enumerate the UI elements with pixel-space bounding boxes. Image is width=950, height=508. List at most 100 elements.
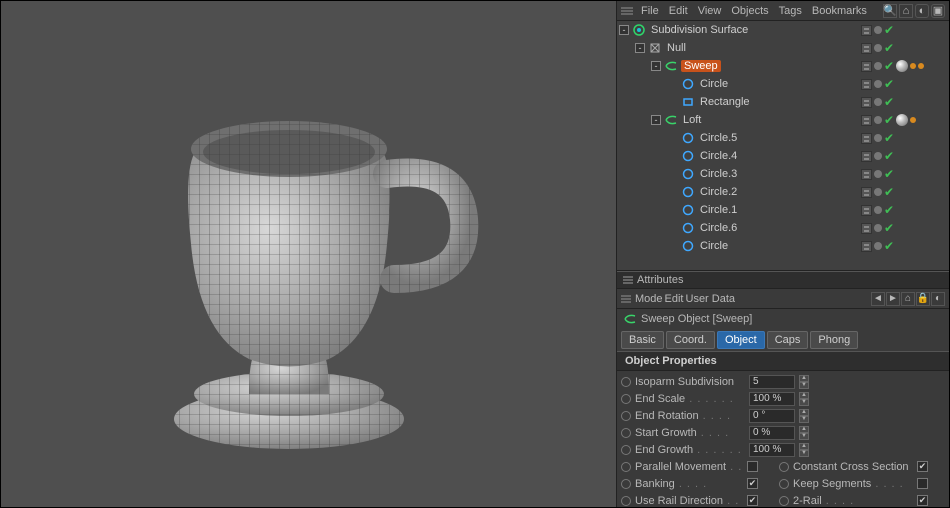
enable-check-icon[interactable]: ✔	[884, 97, 894, 107]
spinner-icon[interactable]: ▲▼	[799, 375, 809, 389]
prop-input[interactable]	[749, 375, 795, 389]
layer-dot-icon[interactable]	[874, 44, 882, 52]
keyframe-dot-icon[interactable]	[621, 377, 631, 387]
enable-check-icon[interactable]: ✔	[884, 61, 894, 71]
visibility-toggle-icon[interactable]	[861, 133, 872, 144]
tree-toggle-icon[interactable]: -	[651, 115, 661, 125]
eye-icon[interactable]: ◐	[931, 292, 945, 306]
keyframe-dot-icon[interactable]	[621, 428, 631, 438]
spinner-icon[interactable]: ▲▼	[799, 426, 809, 440]
visibility-toggle-icon[interactable]	[861, 61, 872, 72]
layer-dot-icon[interactable]	[874, 242, 882, 250]
viewport[interactable]	[1, 1, 617, 507]
prop-input[interactable]	[749, 443, 795, 457]
layer-dot-icon[interactable]	[874, 98, 882, 106]
eye-icon[interactable]: ◐	[915, 4, 929, 18]
checkbox[interactable]	[917, 478, 928, 489]
attr-menu-mode[interactable]: Mode	[635, 293, 663, 305]
enable-check-icon[interactable]: ✔	[884, 205, 894, 215]
layer-dot-icon[interactable]	[874, 134, 882, 142]
tab-basic[interactable]: Basic	[621, 331, 664, 349]
keyframe-dot-icon[interactable]	[779, 462, 789, 472]
layer-dot-icon[interactable]	[874, 116, 882, 124]
spinner-icon[interactable]: ▲▼	[799, 392, 809, 406]
tree-toggle-icon[interactable]: -	[651, 61, 661, 71]
phong-tag-icon[interactable]	[896, 114, 908, 126]
enable-check-icon[interactable]: ✔	[884, 115, 894, 125]
visibility-toggle-icon[interactable]	[861, 115, 872, 126]
enable-check-icon[interactable]: ✔	[884, 241, 894, 251]
visibility-toggle-icon[interactable]	[861, 79, 872, 90]
enable-check-icon[interactable]: ✔	[884, 169, 894, 179]
checkbox[interactable]	[747, 495, 758, 506]
checkbox[interactable]	[747, 478, 758, 489]
search-icon[interactable]: 🔍	[883, 4, 897, 18]
checkbox[interactable]	[747, 461, 758, 472]
enable-check-icon[interactable]: ✔	[884, 79, 894, 89]
layer-dot-icon[interactable]	[874, 224, 882, 232]
layer-dot-icon[interactable]	[874, 62, 882, 70]
layer-dot-icon[interactable]	[874, 188, 882, 196]
home-icon[interactable]: ⌂	[899, 4, 913, 18]
layer-dot-icon[interactable]	[874, 26, 882, 34]
enable-check-icon[interactable]: ✔	[884, 151, 894, 161]
om-menu-bookmarks[interactable]: Bookmarks	[808, 4, 871, 18]
enable-check-icon[interactable]: ✔	[884, 25, 894, 35]
layer-dot-icon[interactable]	[874, 170, 882, 178]
enable-check-icon[interactable]: ✔	[884, 223, 894, 233]
om-menu-tags[interactable]: Tags	[775, 4, 806, 18]
attr-menu-userdata[interactable]: User Data	[686, 293, 736, 305]
visibility-toggle-icon[interactable]	[861, 97, 872, 108]
visibility-toggle-icon[interactable]	[861, 187, 872, 198]
layer-dot-icon[interactable]	[874, 152, 882, 160]
nav-up-icon[interactable]: ⌂	[901, 292, 915, 306]
checkbox[interactable]	[917, 495, 928, 506]
visibility-toggle-icon[interactable]	[861, 25, 872, 36]
keyframe-dot-icon[interactable]	[621, 496, 631, 506]
prop-input[interactable]	[749, 426, 795, 440]
enable-check-icon[interactable]: ✔	[884, 133, 894, 143]
visibility-toggle-icon[interactable]	[861, 223, 872, 234]
enable-check-icon[interactable]: ✔	[884, 43, 894, 53]
visibility-toggle-icon[interactable]	[861, 241, 872, 252]
spinner-icon[interactable]: ▲▼	[799, 443, 809, 457]
enable-check-icon[interactable]: ✔	[884, 187, 894, 197]
om-menu-view[interactable]: View	[694, 4, 726, 18]
material-tag-icon[interactable]	[918, 63, 924, 69]
new-window-icon[interactable]: ▣	[931, 4, 945, 18]
om-menu-file[interactable]: File	[637, 4, 663, 18]
tab-phong[interactable]: Phong	[810, 331, 858, 349]
tab-object[interactable]: Object	[717, 331, 765, 349]
checkbox[interactable]	[917, 461, 928, 472]
nav-back-icon[interactable]: ◄	[871, 292, 885, 306]
lock-icon[interactable]: 🔒	[916, 292, 930, 306]
tree-toggle-icon[interactable]: -	[635, 43, 645, 53]
phong-tag-icon[interactable]	[896, 60, 908, 72]
attr-menu-edit[interactable]: Edit	[665, 293, 684, 305]
layer-dot-icon[interactable]	[874, 206, 882, 214]
prop-input[interactable]	[749, 409, 795, 423]
spinner-icon[interactable]: ▲▼	[799, 409, 809, 423]
keyframe-dot-icon[interactable]	[621, 411, 631, 421]
tab-coord[interactable]: Coord.	[666, 331, 715, 349]
visibility-toggle-icon[interactable]	[861, 169, 872, 180]
visibility-toggle-icon[interactable]	[861, 205, 872, 216]
tab-caps[interactable]: Caps	[767, 331, 809, 349]
om-menu-objects[interactable]: Objects	[727, 4, 772, 18]
keyframe-dot-icon[interactable]	[779, 496, 789, 506]
keyframe-dot-icon[interactable]	[621, 479, 631, 489]
keyframe-dot-icon[interactable]	[779, 479, 789, 489]
object-manager-tree[interactable]: -Subdivision Surface-Null-SweepCircleRec…	[617, 21, 949, 271]
tree-toggle-icon[interactable]: -	[619, 25, 629, 35]
prop-input[interactable]	[749, 392, 795, 406]
visibility-toggle-icon[interactable]	[861, 151, 872, 162]
material-tag-icon[interactable]	[910, 63, 916, 69]
layer-dot-icon[interactable]	[874, 80, 882, 88]
keyframe-dot-icon[interactable]	[621, 462, 631, 472]
om-menu-edit[interactable]: Edit	[665, 4, 692, 18]
grip-icon[interactable]	[621, 7, 633, 15]
nav-fwd-icon[interactable]: ►	[886, 292, 900, 306]
keyframe-dot-icon[interactable]	[621, 445, 631, 455]
material-tag-icon[interactable]	[910, 117, 916, 123]
visibility-toggle-icon[interactable]	[861, 43, 872, 54]
